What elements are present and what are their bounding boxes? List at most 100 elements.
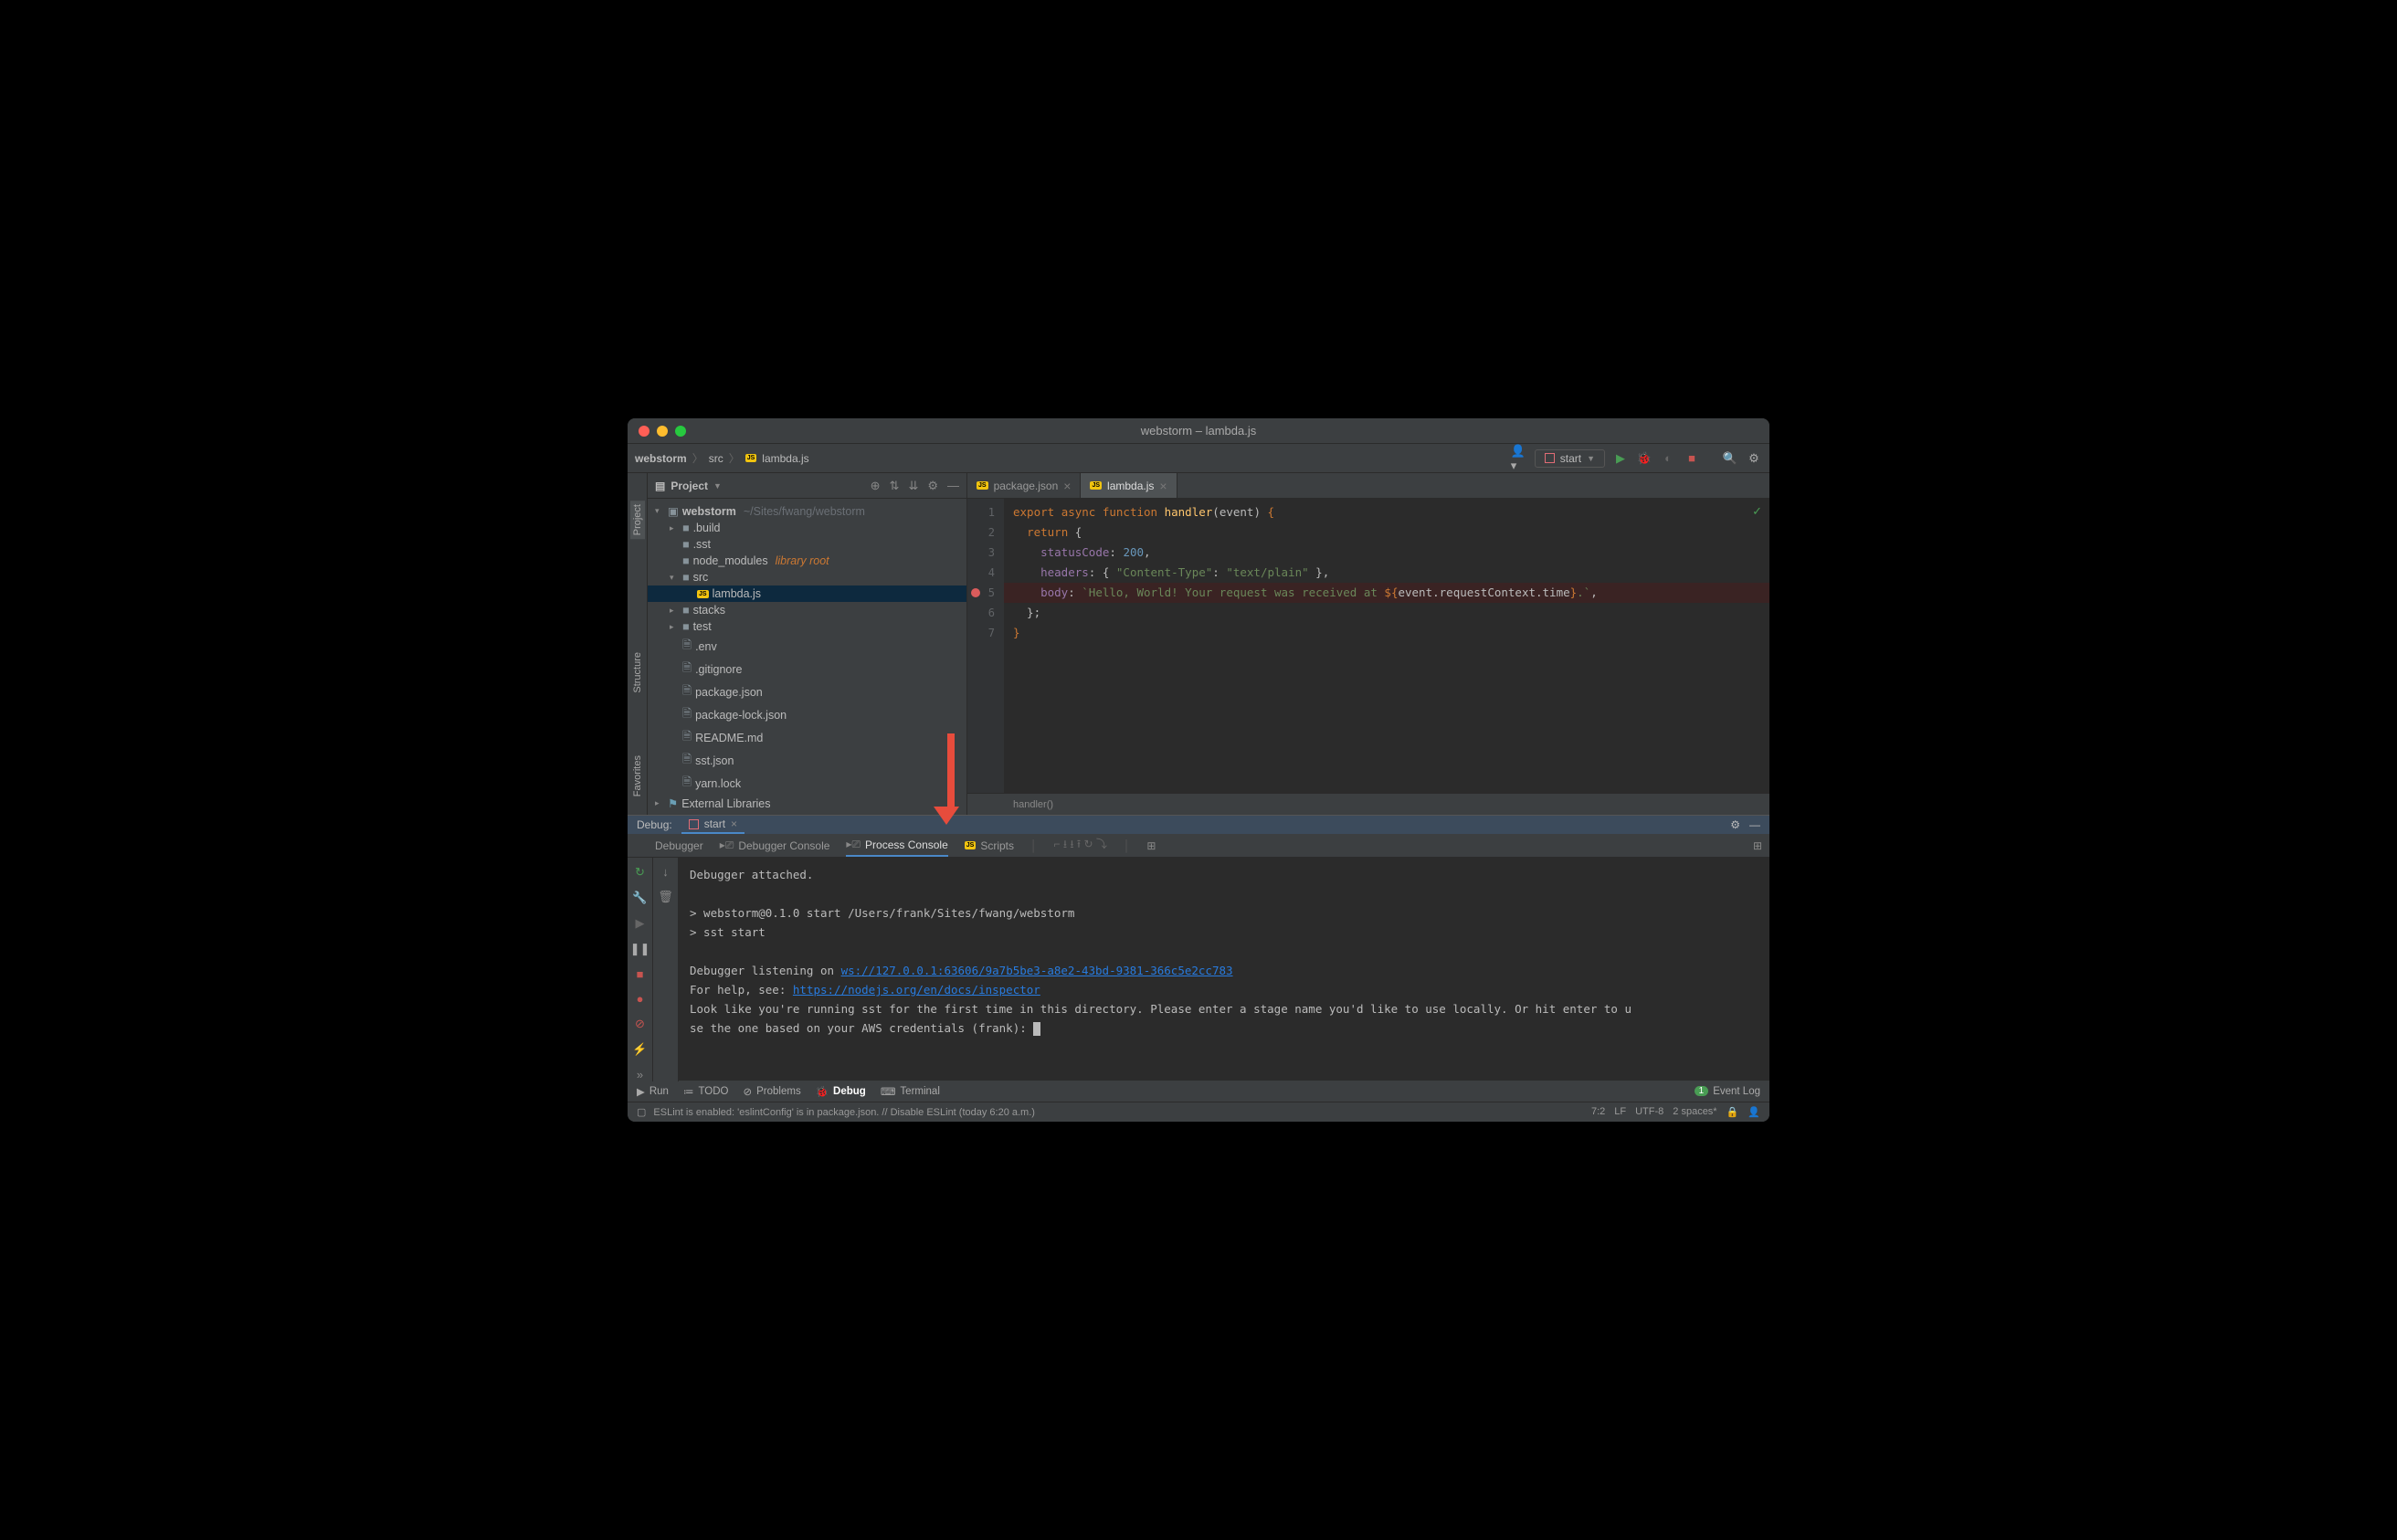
locate-icon[interactable]: ⊕	[871, 479, 881, 493]
line-number[interactable]: 6	[967, 603, 1004, 623]
user-icon[interactable]: 👤▾	[1511, 450, 1527, 467]
hide-debug-icon[interactable]: —	[1749, 818, 1760, 831]
debugger-console-tab[interactable]: ▸⎚Debugger Console	[720, 835, 830, 856]
stop-icon[interactable]: ■	[637, 967, 644, 981]
tree-item-src[interactable]: ▾■ src	[648, 569, 966, 585]
debug-settings-icon[interactable]: ⚙	[1730, 818, 1740, 831]
scroll-icon[interactable]: ↓	[662, 865, 669, 879]
tree-item-.build[interactable]: ▸■ .build	[648, 520, 966, 536]
clear-icon[interactable]: 🗑	[658, 890, 673, 904]
run-config-selector[interactable]: start ▼	[1535, 449, 1605, 468]
tree-item-.env[interactable]: 🗎 .env	[648, 635, 966, 658]
ws-link[interactable]: ws://127.0.0.1:63606/9a7b5be3-a8e2-43bd-…	[841, 964, 1233, 977]
resume-icon[interactable]: ▶	[636, 916, 645, 931]
terminal-tool[interactable]: ⌨ Terminal	[881, 1085, 940, 1098]
line-ending[interactable]: LF	[1614, 1106, 1626, 1118]
editor-code[interactable]: export async function handler(event) { r…	[1004, 499, 1769, 793]
panel-settings-icon[interactable]: ⚙	[927, 479, 938, 493]
calculator-icon[interactable]: ⊞	[1146, 839, 1156, 852]
status-message[interactable]: ESLint is enabled: 'eslintConfig' is in …	[653, 1107, 1035, 1118]
inspection-ok-icon[interactable]: ✓	[1752, 504, 1762, 519]
expand-all-icon[interactable]: ⇅	[890, 479, 900, 493]
line-number[interactable]: 7	[967, 623, 1004, 643]
tree-item-node_modules[interactable]: ■ node_moduleslibrary root	[648, 553, 966, 569]
tree-item-.gitignore[interactable]: 🗎 .gitignore	[648, 658, 966, 680]
indent[interactable]: 2 spaces*	[1673, 1106, 1716, 1118]
thread-icon[interactable]: ⚡	[632, 1042, 647, 1057]
tree-item-package.json[interactable]: 🗎 package.json	[648, 680, 966, 703]
tree-item-yarn.lock[interactable]: 🗎 yarn.lock	[648, 772, 966, 795]
editor-tab-package.json[interactable]: JSpackage.json×	[967, 473, 1081, 498]
cursor	[1033, 1022, 1040, 1036]
inspector-icon[interactable]: 👤	[1748, 1106, 1760, 1118]
editor-breadcrumb[interactable]: handler()	[967, 793, 1769, 815]
debug-tool[interactable]: 🐞 Debug	[816, 1085, 866, 1098]
tree-item-package-lock.json[interactable]: 🗎 package-lock.json	[648, 703, 966, 726]
tree-item-test[interactable]: ▸■ test	[648, 618, 966, 635]
debugger-tab[interactable]: Debugger	[655, 836, 703, 856]
tree-item-README.md[interactable]: 🗎 README.md	[648, 726, 966, 749]
project-tool-tab[interactable]: Project	[630, 501, 645, 539]
encoding[interactable]: UTF-8	[1635, 1106, 1663, 1118]
structure-tool-tab[interactable]: Structure	[630, 649, 645, 697]
status-icon[interactable]: ▢	[637, 1106, 646, 1118]
debug-button[interactable]: 🐞	[1636, 450, 1653, 467]
search-icon[interactable]: 🔍	[1722, 450, 1738, 467]
js-file-icon: JS	[965, 841, 977, 849]
tree-item-stacks[interactable]: ▸■ stacks	[648, 602, 966, 618]
debug-run-controls: ↻ 🔧 ▶ ❚❚ ■ ● ⊘ ⚡ »	[628, 858, 653, 1081]
step-toolbar[interactable]: ⌐ ⭳ ⭳ ⭱ ↻ ⤵	[1054, 836, 1107, 855]
cursor-position[interactable]: 7:2	[1591, 1106, 1605, 1118]
wrench-icon[interactable]: 🔧	[632, 891, 647, 905]
console-line: Debugger attached.	[690, 865, 1758, 884]
settings-icon[interactable]: ⚙	[1746, 450, 1762, 467]
breadcrumb[interactable]: webstorm 〉 src 〉 JS lambda.js	[635, 450, 809, 466]
stop-button[interactable]: ■	[1684, 450, 1700, 467]
project-tree[interactable]: ▾▣ webstorm~/Sites/fwang/webstorm▸■ .bui…	[648, 499, 966, 815]
console-line: Debugger listening on ws://127.0.0.1:636…	[690, 961, 1758, 980]
breakpoint-icon[interactable]	[971, 588, 980, 597]
close-window-icon[interactable]	[639, 426, 649, 437]
titlebar: webstorm – lambda.js	[628, 418, 1769, 444]
scripts-tab[interactable]: JSScripts	[965, 836, 1014, 856]
tree-item-lambda.js[interactable]: JS lambda.js	[648, 585, 966, 602]
lock-icon[interactable]: 🔒	[1726, 1106, 1739, 1118]
tree-root[interactable]: ▾▣ webstorm~/Sites/fwang/webstorm	[648, 502, 966, 520]
process-console-tab[interactable]: ▸⎚Process Console	[846, 834, 947, 857]
breadcrumb-project[interactable]: webstorm	[635, 452, 687, 465]
line-number[interactable]: 5	[967, 583, 1004, 603]
debug-session-tab[interactable]: start ×	[681, 816, 744, 834]
external-libraries[interactable]: ▸⚑ External Libraries	[648, 795, 966, 812]
tree-item-.sst[interactable]: ■ .sst	[648, 536, 966, 553]
hide-panel-icon[interactable]: —	[947, 479, 959, 493]
editor-gutter[interactable]: 1234567	[967, 499, 1004, 793]
breadcrumb-file[interactable]: lambda.js	[762, 452, 808, 465]
debug-panel: Debug: start × ⚙ — Debugger ▸⎚Debugger C…	[628, 815, 1769, 1080]
tree-item-sst.json[interactable]: 🗎 sst.json	[648, 749, 966, 772]
line-number[interactable]: 3	[967, 543, 1004, 563]
editor-area: JSpackage.json×JSlambda.js× 1234567 expo…	[967, 473, 1769, 815]
breakpoints-icon[interactable]: ●	[637, 992, 644, 1006]
line-number[interactable]: 4	[967, 563, 1004, 583]
minimize-window-icon[interactable]	[657, 426, 668, 437]
process-console-output[interactable]: Debugger attached. > webstorm@0.1.0 star…	[679, 858, 1769, 1081]
maximize-window-icon[interactable]	[675, 426, 686, 437]
line-number[interactable]: 1	[967, 502, 1004, 522]
collapse-all-icon[interactable]: ⇊	[908, 479, 918, 493]
help-link[interactable]: https://nodejs.org/en/docs/inspector	[793, 983, 1040, 997]
layout-icon[interactable]: ⊞	[1753, 839, 1762, 852]
more-icon[interactable]: »	[637, 1068, 643, 1081]
run-tool[interactable]: ▶ Run	[637, 1085, 669, 1098]
editor-tab-lambda.js[interactable]: JSlambda.js×	[1081, 473, 1177, 498]
todo-tool[interactable]: ≔ TODO	[683, 1085, 729, 1098]
line-number[interactable]: 2	[967, 522, 1004, 543]
event-log[interactable]: 1 Event Log	[1695, 1086, 1760, 1097]
problems-tool[interactable]: ⊘ Problems	[743, 1085, 800, 1098]
run-button[interactable]: ▶	[1612, 450, 1629, 467]
mute-bp-icon[interactable]: ⊘	[635, 1017, 645, 1031]
rerun-icon[interactable]: ↻	[635, 865, 645, 880]
coverage-button[interactable]: ◐	[1660, 450, 1676, 467]
breadcrumb-folder[interactable]: src	[709, 452, 723, 465]
pause-icon[interactable]: ❚❚	[630, 942, 650, 956]
favorites-tool-tab[interactable]: Favorites	[630, 752, 645, 800]
